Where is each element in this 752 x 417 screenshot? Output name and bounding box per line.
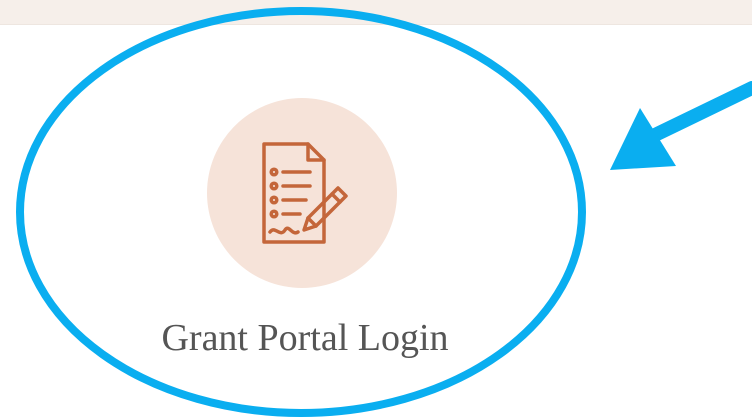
page: Grant Portal Login (0, 0, 752, 417)
grant-portal-login-link[interactable]: Grant Portal Login (0, 0, 752, 417)
portal-icon-circle (207, 98, 397, 288)
document-signature-icon (262, 142, 348, 244)
portal-label: Grant Portal Login (161, 317, 449, 359)
